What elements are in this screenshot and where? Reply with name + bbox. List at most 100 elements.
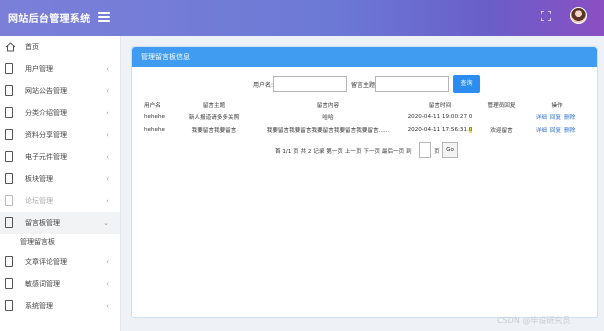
- sidebar-item-label: 留言板管理: [25, 219, 60, 227]
- document-icon: [5, 85, 13, 96]
- document-icon: [5, 195, 13, 206]
- chevron-left-icon: ‹: [106, 65, 109, 73]
- column-header: 留言内容: [316, 102, 340, 109]
- sidebar-item-users[interactable]: 用户管理 ‹: [0, 58, 120, 80]
- chevron-down-icon: ⌄: [103, 219, 109, 227]
- chevron-left-icon: ‹: [106, 258, 109, 266]
- time-suffix: 0: [468, 126, 473, 133]
- sidebar-item-categories[interactable]: 分类介绍管理 ‹: [0, 102, 120, 124]
- reply-link[interactable]: 回复: [550, 115, 561, 121]
- sidebar-item-system[interactable]: 系统管理 ‹: [0, 295, 120, 317]
- menu-toggle-icon[interactable]: [98, 12, 110, 22]
- table-row: hehehe 新人报道请多多关照 哈哈 2020-04-11 19:00:27 …: [144, 110, 587, 123]
- sidebar-item-label: 首页: [25, 43, 39, 51]
- document-icon: [5, 151, 13, 162]
- sidebar-item-label: 论坛管理: [25, 197, 53, 205]
- column-header: 管理员回复: [487, 102, 516, 109]
- column-header: 留言时间: [428, 102, 452, 109]
- sidebar-item-label: 板块管理: [25, 175, 53, 183]
- delete-link[interactable]: 删除: [564, 115, 575, 121]
- reply-link[interactable]: 回复: [550, 128, 561, 134]
- cell-reply: 欢迎留言: [490, 127, 513, 134]
- sidebar-item-label: 系统管理: [25, 302, 53, 310]
- username-input[interactable]: [273, 76, 347, 92]
- sidebar-item-label: 网站公告管理: [25, 87, 67, 95]
- column-header: 操作: [551, 102, 563, 109]
- go-button[interactable]: Go: [442, 142, 458, 158]
- panel-title: 管理留言板信息: [132, 47, 597, 67]
- document-icon: [5, 300, 13, 311]
- sidebar-item-label: 电子元件管理: [25, 153, 67, 161]
- sidebar-item-resources[interactable]: 资料分享管理 ‹: [0, 124, 120, 146]
- time-text: 2020-04-11 19:00:27: [407, 113, 469, 120]
- subject-input[interactable]: [375, 76, 449, 92]
- document-icon: [5, 278, 13, 289]
- watermark: CSDN @毕设研究员: [497, 316, 571, 325]
- sidebar-item-components[interactable]: 电子元件管理 ‹: [0, 146, 120, 168]
- message-board-panel: 管理留言板信息 用户名: 留言主题: 查询 用户名 留言主题 留言内容 留言时间…: [131, 46, 598, 318]
- column-header: 留言主题: [202, 102, 226, 109]
- sidebar-item-home[interactable]: 首页: [0, 36, 120, 58]
- document-icon: [5, 129, 13, 140]
- sidebar-item-announcements[interactable]: 网站公告管理 ‹: [0, 80, 120, 102]
- delete-link[interactable]: 删除: [564, 128, 575, 134]
- sidebar: 首页 用户管理 ‹ 网站公告管理 ‹ 分类介绍管理 ‹ 资料分享管理 ‹ 电子元件管理 ‹…: [0, 36, 121, 331]
- sidebar-item-sensitive-words[interactable]: 敏感词管理 ‹: [0, 273, 120, 295]
- avatar[interactable]: [570, 7, 587, 24]
- sidebar-item-forum[interactable]: 论坛管理 ‹: [0, 190, 120, 212]
- chevron-left-icon: ‹: [106, 87, 109, 95]
- detail-link[interactable]: 详细: [536, 115, 547, 121]
- sidebar-item-comments[interactable]: 文章评论管理 ‹: [0, 251, 120, 273]
- sidebar-item-boards[interactable]: 板块管理 ‹: [0, 168, 120, 190]
- document-icon: [5, 63, 13, 74]
- detail-link[interactable]: 详细: [536, 128, 547, 134]
- chevron-left-icon: ‹: [106, 302, 109, 310]
- document-icon: [5, 217, 13, 228]
- cell-user: hehehe: [144, 126, 165, 133]
- messages-table: 用户名 留言主题 留言内容 留言时间 管理员回复 操作 hehehe 新人报道请…: [144, 99, 587, 136]
- top-bar: 网站后台管理系统: [0, 0, 604, 36]
- chevron-left-icon: ‹: [106, 280, 109, 288]
- sidebar-subitem-manage-messages[interactable]: 管理留言板: [0, 234, 120, 251]
- sidebar-item-messages[interactable]: 留言板管理 ⌄: [0, 212, 120, 234]
- table-header-row: 用户名 留言主题 留言内容 留言时间 管理员回复 操作: [144, 99, 587, 110]
- sidebar-item-label: 敏感词管理: [25, 280, 60, 288]
- cell-time: 2020-04-11 19:00:27 0: [404, 110, 476, 123]
- time-text: 2020-04-11 17:56:31.: [407, 126, 469, 133]
- sidebar-item-label: 分类介绍管理: [25, 109, 67, 117]
- chevron-left-icon: ‹: [106, 175, 109, 183]
- chevron-left-icon: ‹: [106, 109, 109, 117]
- fullscreen-icon[interactable]: [541, 11, 551, 21]
- chevron-left-icon: ‹: [106, 197, 109, 205]
- username-label: 用户名:: [253, 82, 274, 89]
- document-icon: [5, 107, 13, 118]
- column-header: 用户名: [144, 102, 161, 109]
- sidebar-item-label: 用户管理: [25, 65, 53, 73]
- cell-subject: 我要留言我要留言: [191, 127, 237, 134]
- app-title: 网站后台管理系统: [8, 14, 91, 25]
- sidebar-item-label: 文章评论管理: [25, 258, 67, 266]
- cell-actions: 详细 回复 删除: [527, 110, 587, 123]
- document-icon: [5, 173, 13, 184]
- search-bar: 用户名: 留言主题: 查询: [132, 75, 599, 93]
- table-row: hehehe 我要留言我要留言 我要留言我要留言我要留言我要留言我要留言....…: [144, 123, 587, 136]
- cell-user: hehehe: [144, 113, 165, 120]
- cell-content: 我要留言我要留言我要留言我要留言我要留言......: [266, 127, 390, 134]
- cell-reply: [476, 110, 527, 123]
- pagination: 首 1/1 页 共 2 记录 第一页 上一页 下一页 最后一页 到 页 Go: [132, 142, 599, 158]
- chevron-left-icon: ‹: [106, 131, 109, 139]
- time-suffix: 0: [468, 113, 473, 120]
- cell-content: 哈哈: [322, 114, 334, 121]
- subject-label: 留言主题:: [351, 82, 378, 89]
- search-button[interactable]: 查询: [453, 75, 480, 93]
- sidebar-item-label: 资料分享管理: [25, 131, 67, 139]
- home-icon: [5, 42, 16, 52]
- pagination-text[interactable]: 首 1/1 页 共 2 记录 第一页 上一页 下一页 最后一页 到: [275, 147, 412, 155]
- cell-actions: 详细 回复 删除: [527, 123, 587, 136]
- page-suffix: 页: [434, 149, 440, 155]
- cell-subject: 新人报道请多多关照: [188, 114, 240, 121]
- chevron-left-icon: ‹: [106, 153, 109, 161]
- page-number-input[interactable]: [419, 142, 431, 158]
- cell-time: 2020-04-11 17:56:31.0: [404, 123, 476, 136]
- document-icon: [5, 256, 13, 267]
